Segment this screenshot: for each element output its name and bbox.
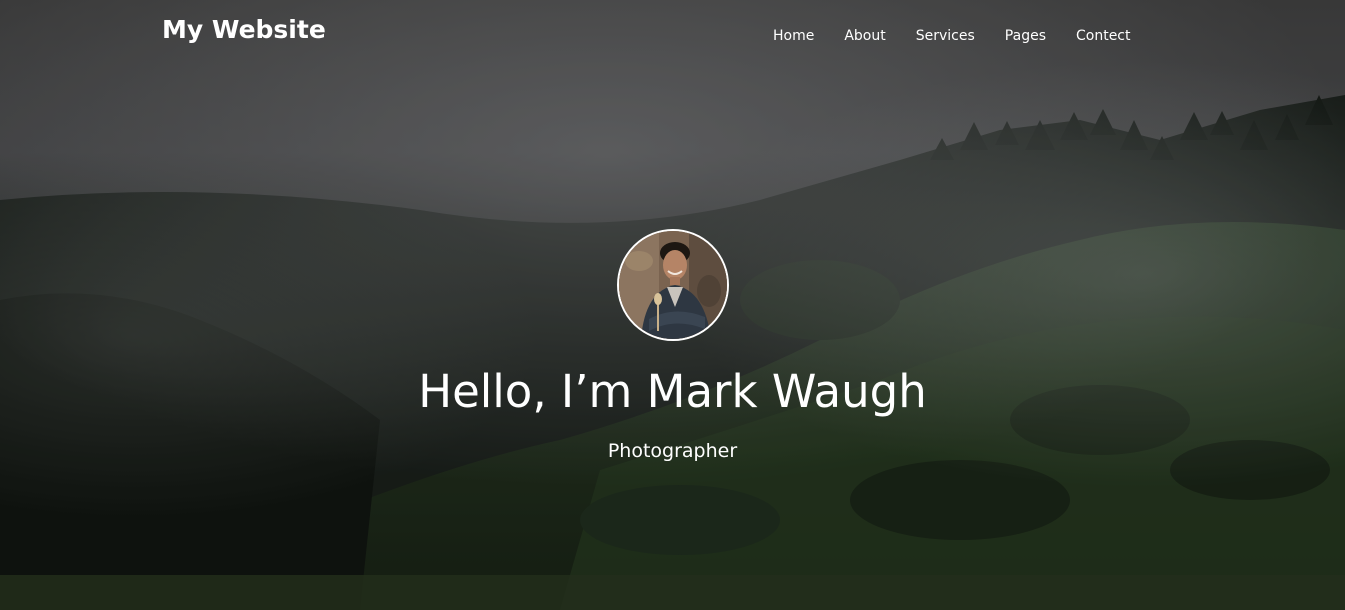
profile-avatar <box>616 229 729 341</box>
nav-item-about: About <box>829 26 900 46</box>
hero-intro: Hello, I’m Mark Waugh Photographer <box>0 229 1345 464</box>
nav-menu: Home About Services Pages Contect <box>758 26 1146 46</box>
profile-photo-image <box>618 231 727 339</box>
nav-link-pages[interactable]: Pages <box>990 26 1061 46</box>
nav-item-pages: Pages <box>990 26 1061 46</box>
hero-subtitle: Photographer <box>607 440 738 462</box>
nav-link-services[interactable]: Services <box>901 26 990 46</box>
hero-section: My Website Home About Services Pages Con… <box>0 0 1345 610</box>
nav-item-services: Services <box>901 26 990 46</box>
nav-link-home[interactable]: Home <box>758 26 829 46</box>
nav-item-contact: Contect <box>1061 26 1146 46</box>
navbar: My Website Home About Services Pages Con… <box>0 0 1345 66</box>
hero-title: Hello, I’m Mark Waugh <box>418 365 927 418</box>
site-brand-logo[interactable]: My Website <box>162 14 326 46</box>
nav-link-contact[interactable]: Contect <box>1061 26 1146 46</box>
nav-item-home: Home <box>758 26 829 46</box>
nav-link-about[interactable]: About <box>829 26 900 46</box>
